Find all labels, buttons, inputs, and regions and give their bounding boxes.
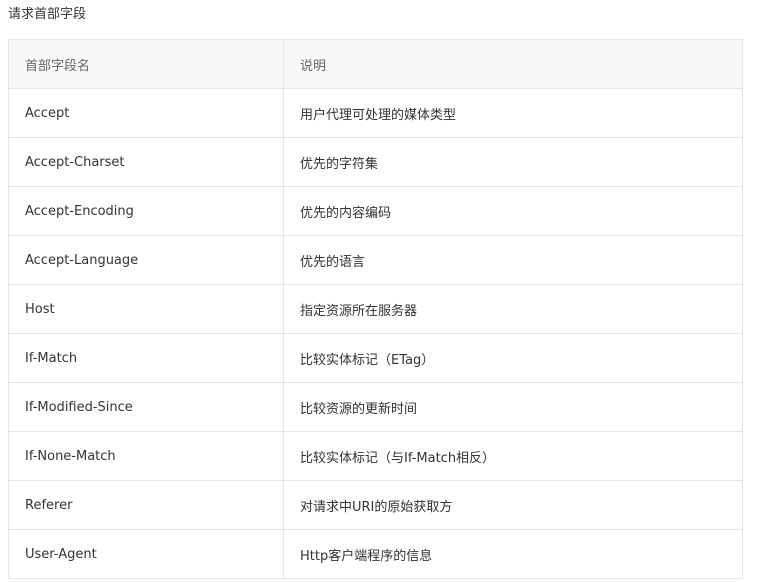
table-row: Host 指定资源所在服务器 [8, 284, 743, 334]
table-row: Accept-Encoding 优先的内容编码 [8, 186, 743, 236]
field-name-cell: Accept-Language [8, 235, 284, 285]
field-name-cell: Referer [8, 480, 284, 530]
column-header-description: 说明 [283, 39, 743, 89]
field-name-cell: User-Agent [8, 529, 284, 579]
field-name-cell: If-None-Match [8, 431, 284, 481]
table-row: Accept-Charset 优先的字符集 [8, 137, 743, 187]
request-header-fields-table: 首部字段名 说明 Accept 用户代理可处理的媒体类型 Accept-Char… [8, 39, 743, 579]
description-cell: 优先的字符集 [283, 137, 743, 187]
table-row: User-Agent Http客户端程序的信息 [8, 529, 743, 579]
column-header-field-name: 首部字段名 [8, 39, 284, 89]
description-cell: 指定资源所在服务器 [283, 284, 743, 334]
description-cell: 用户代理可处理的媒体类型 [283, 88, 743, 138]
description-cell: Http客户端程序的信息 [283, 529, 743, 579]
description-cell: 对请求中URI的原始获取方 [283, 480, 743, 530]
field-name-cell: Accept [8, 88, 284, 138]
table-row: If-Modified-Since 比较资源的更新时间 [8, 382, 743, 432]
table-row: Referer 对请求中URI的原始获取方 [8, 480, 743, 530]
table-row: Accept-Language 优先的语言 [8, 235, 743, 285]
field-name-cell: Accept-Charset [8, 137, 284, 187]
table-caption: 请求首部字段 [8, 7, 87, 22]
table-row: If-None-Match 比较实体标记（与If-Match相反） [8, 431, 743, 481]
field-name-cell: Host [8, 284, 284, 334]
description-cell: 比较资源的更新时间 [283, 382, 743, 432]
field-name-cell: If-Match [8, 333, 284, 383]
description-cell: 优先的语言 [283, 235, 743, 285]
table-row: Accept 用户代理可处理的媒体类型 [8, 88, 743, 138]
description-cell: 比较实体标记（与If-Match相反） [283, 431, 743, 481]
description-cell: 优先的内容编码 [283, 186, 743, 236]
field-name-cell: If-Modified-Since [8, 382, 284, 432]
description-cell: 比较实体标记（ETag） [283, 333, 743, 383]
field-name-cell: Accept-Encoding [8, 186, 284, 236]
table-row: If-Match 比较实体标记（ETag） [8, 333, 743, 383]
table-header-row: 首部字段名 说明 [8, 39, 743, 89]
